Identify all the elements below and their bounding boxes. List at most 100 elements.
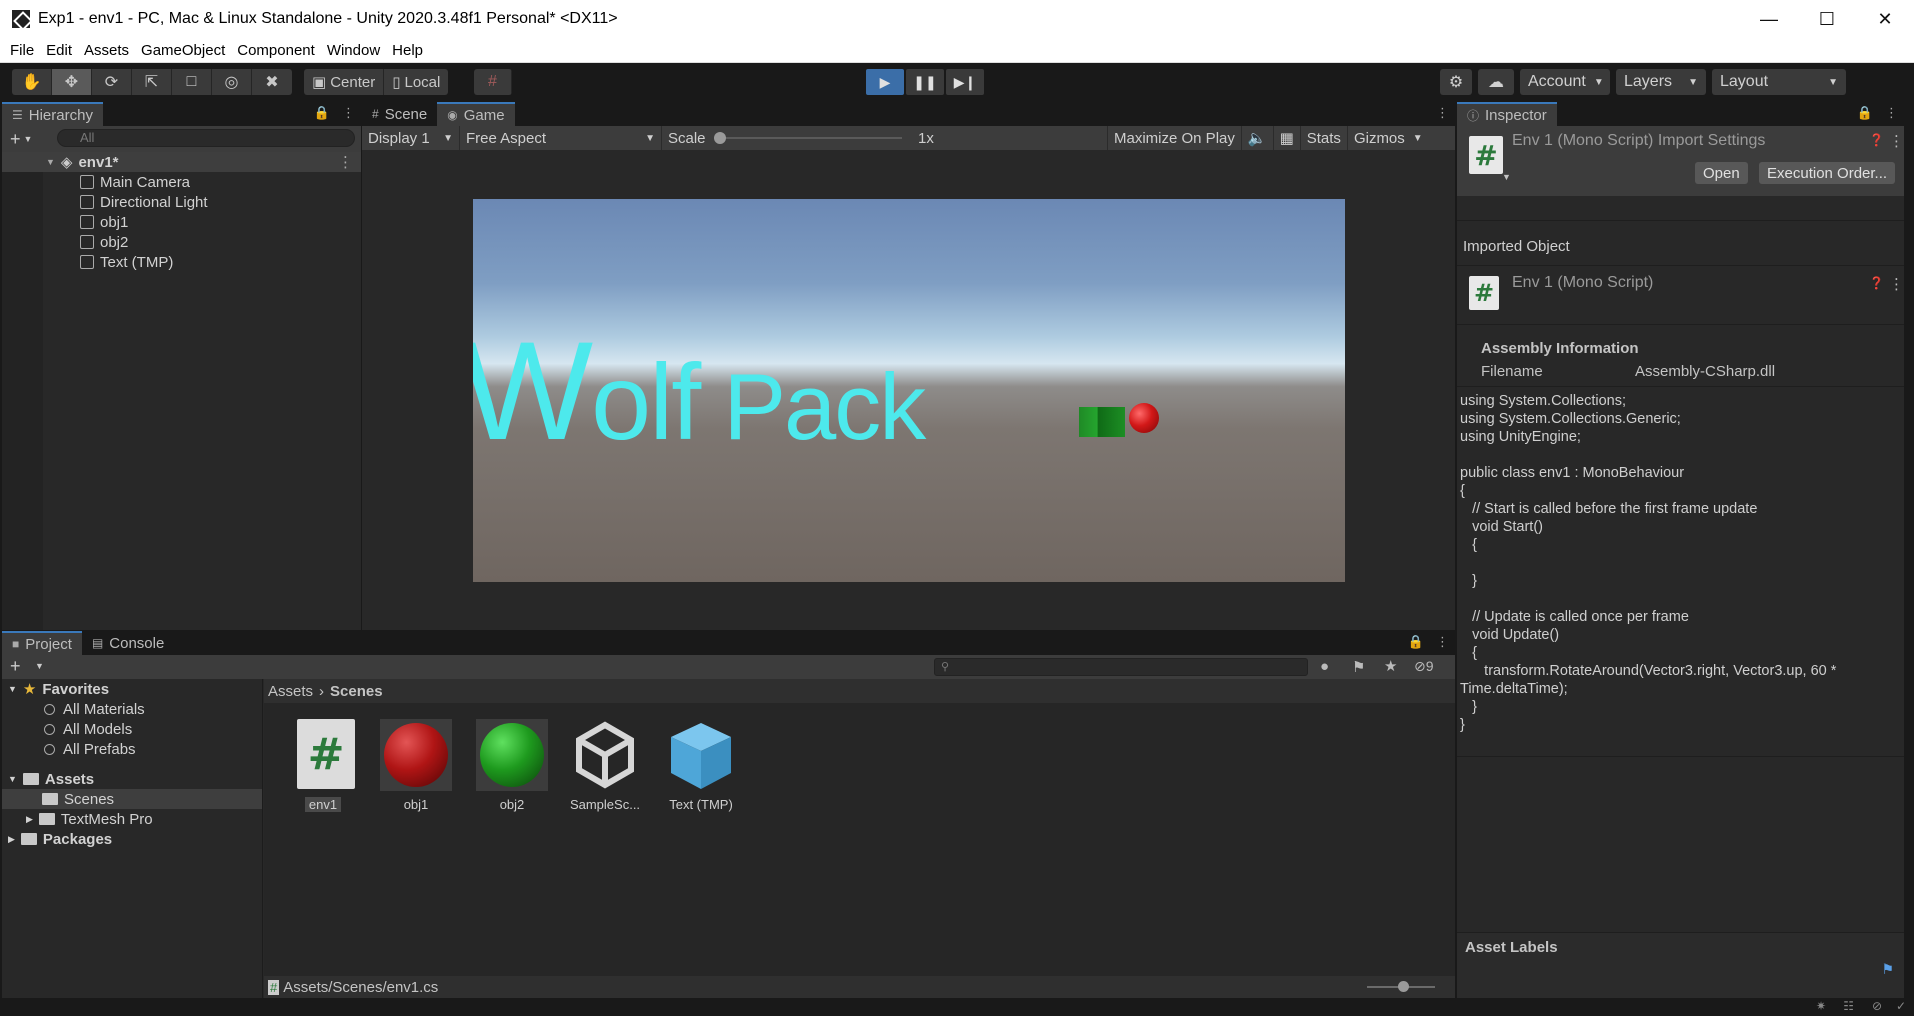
move-tool-icon[interactable]: ✥ — [52, 69, 92, 95]
tab-project[interactable]: ■ Project — [2, 631, 82, 655]
asset-env1[interactable]: # env1 — [278, 719, 368, 812]
assets-row[interactable]: ▼ Assets — [2, 769, 262, 789]
hierarchy-item[interactable]: obj2 — [2, 232, 361, 252]
execution-order-button[interactable]: Execution Order... — [1759, 162, 1896, 184]
tab-game[interactable]: ◉ Game — [437, 102, 515, 126]
gizmos-dropdown[interactable]: Gizmos ▼ — [1348, 126, 1429, 150]
tab-console[interactable]: ▤ Console — [82, 631, 174, 655]
expand-arrow-icon[interactable]: ▶ — [26, 814, 33, 825]
add-button[interactable]: + — [10, 656, 21, 677]
filter-type-icon[interactable]: ● — [1320, 658, 1329, 675]
tab-hierarchy[interactable]: ☰ Hierarchy — [2, 102, 103, 126]
rect-tool-icon[interactable]: □ — [172, 69, 212, 95]
transform-tool-icon[interactable]: ◎ — [212, 69, 252, 95]
hierarchy-search-input[interactable]: All — [57, 129, 355, 147]
more-icon[interactable]: ⋮ — [1889, 132, 1904, 150]
asset-text-tmp[interactable]: Text (TMP) — [656, 719, 746, 812]
chevron-down-icon[interactable]: ▼ — [24, 134, 33, 144]
more-icon[interactable]: ⋮ — [1436, 105, 1449, 121]
scene-row[interactable]: ▼ ◈ env1* ⋮ — [2, 152, 361, 172]
help-icon[interactable]: ❓ — [1869, 276, 1884, 290]
help-icon[interactable]: ❓ — [1869, 133, 1884, 147]
expand-arrow-icon[interactable]: ▼ — [46, 157, 55, 167]
display-dropdown[interactable]: Display 1 ▼ — [362, 126, 460, 150]
folder-textmesh-pro[interactable]: ▶ TextMesh Pro — [2, 809, 262, 829]
network-icon[interactable]: ⊘ — [1872, 999, 1882, 1013]
hidden-packages-toggle[interactable]: ⊘9 — [1414, 658, 1434, 675]
open-button[interactable]: Open — [1695, 162, 1748, 184]
mute-audio-toggle[interactable]: 🔈 — [1242, 126, 1274, 150]
favorites-row[interactable]: ▼ ★ Favorites — [2, 679, 262, 699]
cloud-button[interactable]: ☁ — [1478, 69, 1514, 95]
step-button[interactable]: ▶❙ — [946, 69, 984, 95]
expand-arrow-icon[interactable]: ▼ — [8, 774, 17, 784]
debug-icon[interactable]: ✷ — [1816, 999, 1826, 1013]
chevron-down-icon[interactable]: ▼ — [1502, 172, 1511, 182]
tab-scene[interactable]: # Scene — [362, 102, 437, 126]
favorite-item[interactable]: All Models — [2, 719, 262, 739]
folder-scenes[interactable]: Scenes — [2, 789, 262, 809]
favorite-item[interactable]: All Materials — [2, 699, 262, 719]
breadcrumb-assets[interactable]: Assets — [268, 683, 313, 700]
menu-component[interactable]: Component — [237, 42, 315, 59]
check-icon[interactable]: ✓ — [1896, 999, 1906, 1013]
asset-samplescene[interactable]: SampleSc... — [560, 719, 650, 812]
hand-tool-icon[interactable]: ✋ — [12, 69, 52, 95]
star-icon[interactable]: ★ — [1384, 657, 1397, 675]
minimize-button[interactable]: — — [1740, 0, 1798, 38]
more-icon[interactable]: ⋮ — [342, 105, 355, 121]
lock-icon[interactable]: 🔒 — [1857, 105, 1873, 121]
icon-size-handle[interactable] — [1398, 981, 1409, 992]
stats-toggle[interactable]: Stats — [1301, 126, 1348, 150]
menu-edit[interactable]: Edit — [46, 42, 72, 59]
more-icon[interactable]: ⋮ — [338, 153, 353, 171]
filter-label-icon[interactable]: ⚑ — [1352, 658, 1365, 676]
custom-tool-icon[interactable]: ✖ — [252, 69, 292, 95]
maximize-on-play-toggle[interactable]: Maximize On Play — [1108, 126, 1242, 150]
more-icon[interactable]: ⋮ — [1889, 275, 1904, 293]
play-button[interactable]: ▶ — [866, 69, 904, 95]
lock-icon[interactable]: 🔒 — [1408, 634, 1424, 650]
menu-assets[interactable]: Assets — [84, 42, 129, 59]
pause-button[interactable]: ❚❚ — [906, 69, 944, 95]
hierarchy-item[interactable]: obj1 — [2, 212, 361, 232]
chevron-down-icon[interactable]: ▼ — [35, 661, 44, 671]
pivot-center-button[interactable]: ▣ Center — [304, 69, 385, 95]
asset-obj1[interactable]: obj1 — [371, 719, 461, 812]
packages-row[interactable]: ▶ Packages — [2, 829, 262, 849]
scale-handle[interactable] — [714, 132, 726, 144]
hierarchy-item[interactable]: Main Camera — [2, 172, 361, 192]
layers-dropdown[interactable]: Layers ▼ — [1616, 69, 1706, 95]
pivot-local-button[interactable]: ▯ Local — [384, 69, 448, 95]
grid-snap-button[interactable]: # — [474, 69, 512, 95]
tag-icon[interactable]: ⚑ — [1881, 961, 1894, 978]
add-button[interactable]: + — [10, 129, 21, 150]
lock-icon[interactable]: 🔒 — [314, 105, 330, 121]
asset-obj2[interactable]: obj2 — [467, 719, 557, 812]
maximize-button[interactable]: ☐ — [1798, 0, 1856, 38]
menu-file[interactable]: File — [10, 42, 34, 59]
collab-button[interactable]: ⚙ — [1440, 69, 1472, 95]
scale-slider[interactable]: Scale 1x — [662, 126, 1108, 150]
scale-tool-icon[interactable]: ⇱ — [132, 69, 172, 95]
hierarchy-item[interactable]: Text (TMP) — [2, 252, 361, 272]
expand-arrow-icon[interactable]: ▼ — [8, 684, 17, 694]
menu-window[interactable]: Window — [327, 42, 380, 59]
stats-grid-toggle[interactable]: ▦ — [1274, 126, 1301, 150]
more-icon[interactable]: ⋮ — [1436, 634, 1449, 650]
close-button[interactable]: ✕ — [1856, 0, 1914, 38]
project-search-input[interactable]: ⚲ — [934, 658, 1308, 676]
layout-dropdown[interactable]: Layout ▼ — [1712, 69, 1846, 95]
breadcrumb-scenes[interactable]: Scenes — [330, 683, 383, 700]
expand-arrow-icon[interactable]: ▶ — [8, 834, 15, 845]
hierarchy-item[interactable]: Directional Light — [2, 192, 361, 212]
rotate-tool-icon[interactable]: ⟳ — [92, 69, 132, 95]
cache-icon[interactable]: ☷ — [1843, 999, 1854, 1013]
more-icon[interactable]: ⋮ — [1885, 105, 1898, 121]
menu-help[interactable]: Help — [392, 42, 423, 59]
menu-gameobject[interactable]: GameObject — [141, 42, 225, 59]
account-dropdown[interactable]: Account ▼ — [1520, 69, 1610, 95]
aspect-dropdown[interactable]: Free Aspect ▼ — [460, 126, 662, 150]
game-viewport[interactable]: Wolf Pack — [473, 199, 1345, 582]
favorite-item[interactable]: All Prefabs — [2, 739, 262, 759]
